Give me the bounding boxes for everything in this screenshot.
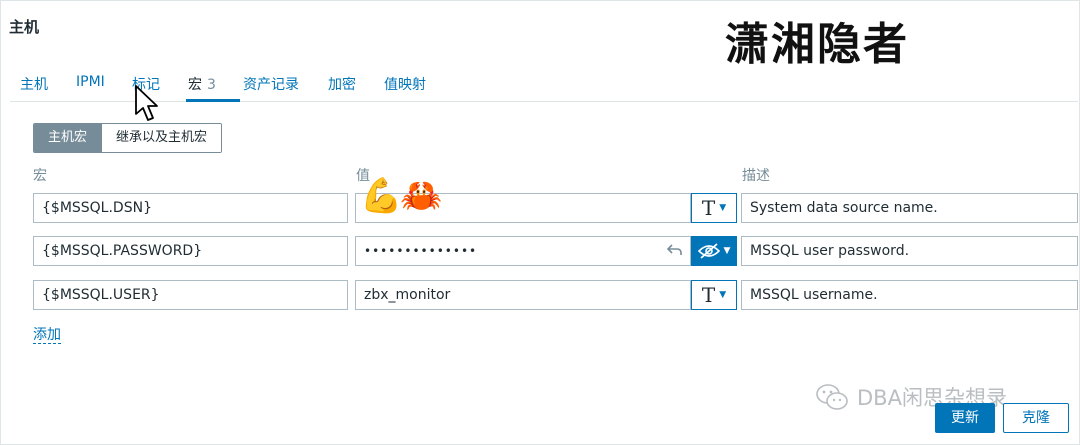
host-macros-option[interactable]: 主机宏 <box>34 124 102 152</box>
tab-macros[interactable]: 宏3 <box>188 74 216 94</box>
revert-value-icon[interactable] <box>667 243 683 257</box>
column-header-macro: 宏 <box>33 168 47 184</box>
flexed-biceps-icon: 💪 <box>360 176 403 216</box>
wechat-icon <box>816 384 848 410</box>
macro-description-input[interactable]: MSSQL user password. <box>741 236 1078 266</box>
tab-inventory[interactable]: 资产记录 <box>243 74 299 94</box>
chevron-down-icon: ▼ <box>719 203 727 213</box>
tab-macros-label: 宏 <box>188 77 202 93</box>
tab-encryption[interactable]: 加密 <box>328 74 356 94</box>
macro-name-input[interactable]: {$MSSQL.DSN} <box>33 193 348 223</box>
macro-description-input[interactable]: MSSQL username. <box>741 280 1078 310</box>
macro-value-input[interactable]: zbx_monitor <box>355 280 691 310</box>
active-tab-indicator <box>186 99 240 102</box>
tab-ipmi[interactable]: IPMI <box>76 74 105 90</box>
macro-name-input[interactable]: {$MSSQL.USER} <box>33 280 348 310</box>
value-type-button[interactable]: T ▼ <box>691 193 737 223</box>
macro-scope-toggle: 主机宏 继承以及主机宏 <box>33 123 223 153</box>
crab-icon: 🦀 <box>400 176 443 216</box>
tab-macros-count: 3 <box>207 77 216 93</box>
add-macro-link[interactable]: 添加 <box>33 327 61 344</box>
macro-secret-value-input[interactable]: •••••••••••••• <box>355 236 691 266</box>
tab-value-mapping[interactable]: 值映射 <box>384 74 426 94</box>
macro-description-input[interactable]: System data source name. <box>741 193 1078 223</box>
value-type-button[interactable]: T ▼ <box>691 280 737 310</box>
update-button[interactable]: 更新 <box>935 403 995 433</box>
macro-name-input[interactable]: {$MSSQL.PASSWORD} <box>33 236 348 266</box>
secret-type-button[interactable]: ▼ <box>691 236 737 266</box>
text-type-icon: T <box>701 196 716 220</box>
page-title: 主机 <box>9 18 40 36</box>
eye-off-icon <box>697 243 720 259</box>
inherited-macros-option[interactable]: 继承以及主机宏 <box>101 124 222 152</box>
tab-bar: 主机 IPMI 标记 宏3 资产记录 加密 值映射 <box>10 66 1078 102</box>
chevron-down-icon: ▼ <box>723 246 731 256</box>
text-type-icon: T <box>701 283 716 307</box>
tab-host[interactable]: 主机 <box>20 74 48 94</box>
column-header-description: 描述 <box>742 168 770 184</box>
watermark-title: 潇湘隐者 <box>725 19 909 70</box>
mouse-cursor-icon <box>135 85 158 121</box>
chevron-down-icon: ▼ <box>719 290 727 300</box>
clone-button[interactable]: 克隆 <box>1003 403 1069 433</box>
